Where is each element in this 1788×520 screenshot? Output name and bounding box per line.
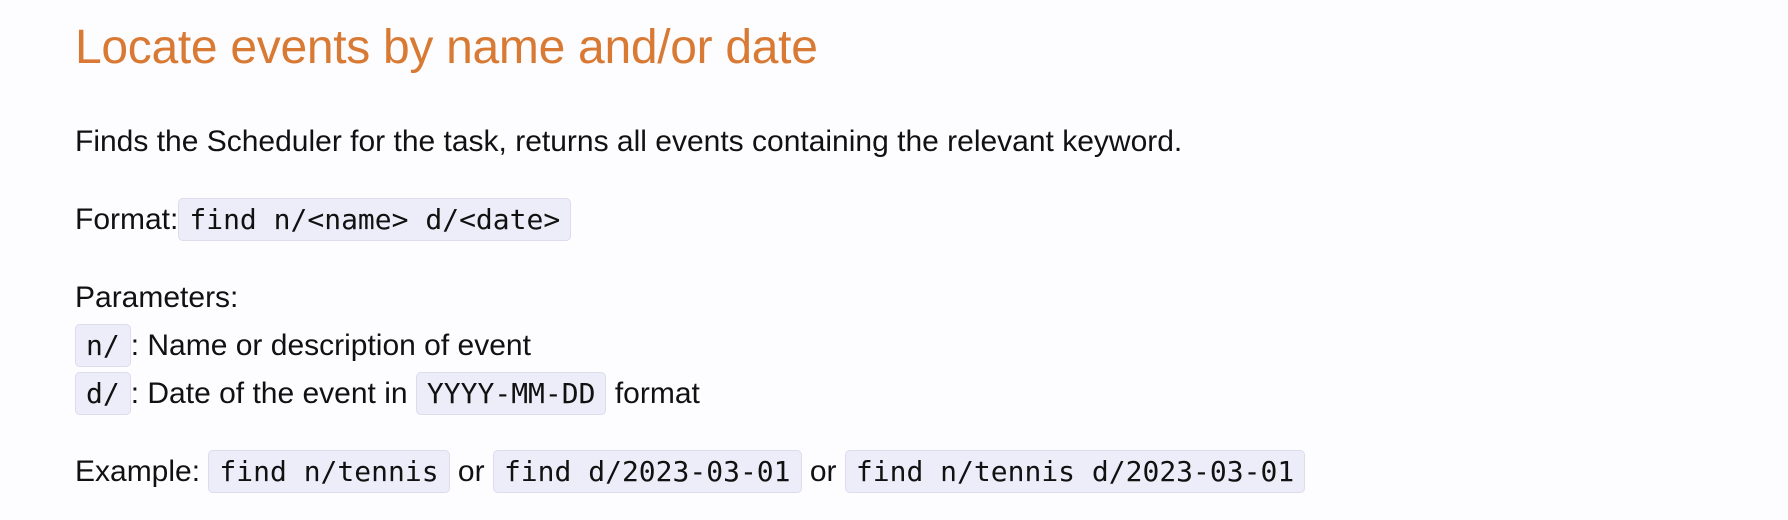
example-separator: or: [457, 455, 485, 488]
format-line: Format: find n/<name> d/<date>: [75, 198, 572, 242]
example-command-code: find d/2023-03-01: [492, 450, 802, 493]
section-heading: Locate events by name and/or date: [75, 21, 818, 74]
description-paragraph: Finds the Scheduler for the task, return…: [75, 125, 1183, 158]
parameter-description: : Name or description of event: [130, 329, 531, 362]
parameter-item-date: d/: Date of the event in YYYY-MM-DD form…: [75, 372, 700, 416]
example-command-code: find n/tennis: [208, 450, 450, 493]
example-line: Example: find n/tennis or find d/2023-03…: [75, 450, 1306, 494]
example-separator: or: [809, 455, 837, 488]
parameter-description-suffix: format: [606, 377, 700, 410]
parameter-description: : Date of the event in: [130, 377, 416, 410]
parameters-label: Parameters:: [75, 281, 239, 314]
format-label: Format:: [75, 203, 179, 236]
example-label: Example:: [75, 455, 201, 488]
format-command-code: find n/<name> d/<date>: [178, 198, 572, 241]
parameter-prefix-code: n/: [75, 324, 131, 367]
date-format-code: YYYY-MM-DD: [415, 372, 607, 415]
parameter-item-name: n/: Name or description of event: [75, 324, 531, 368]
example-command-code: find n/tennis d/2023-03-01: [844, 450, 1306, 493]
parameter-prefix-code: d/: [75, 372, 131, 415]
